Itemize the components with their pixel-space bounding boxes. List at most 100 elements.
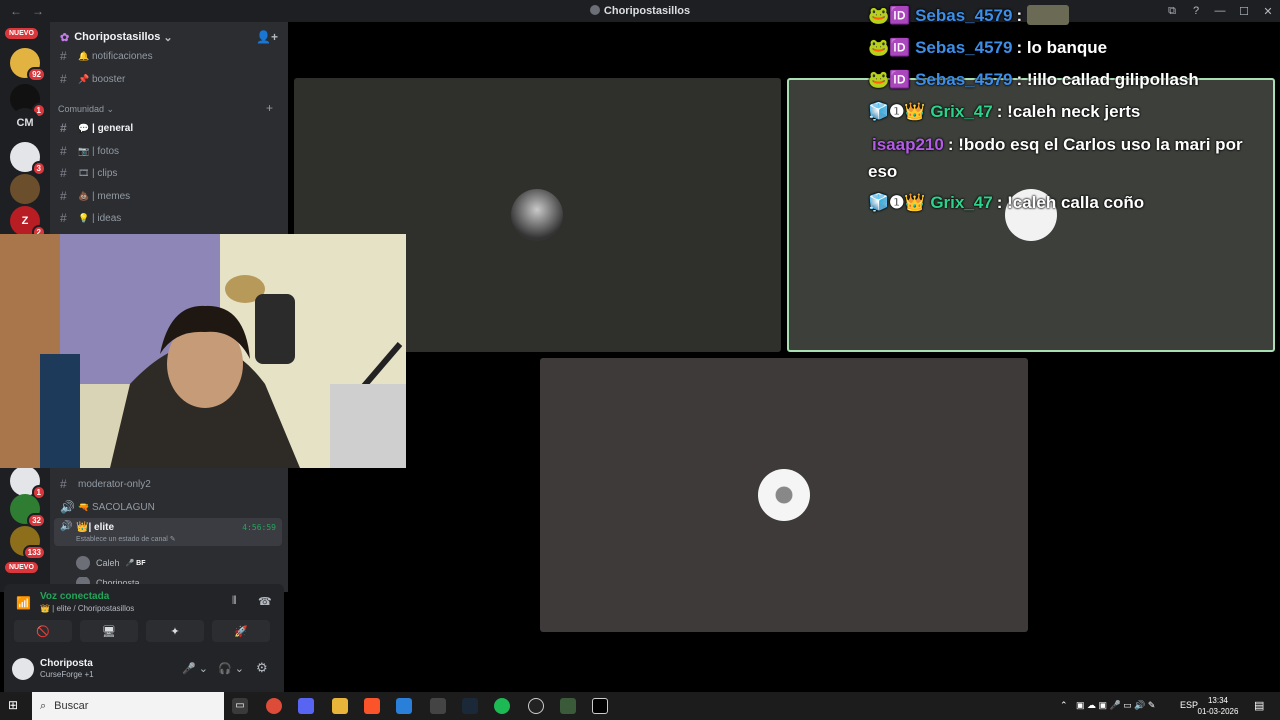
- chevron-down-icon: ⌄: [163, 31, 173, 44]
- avatar: [76, 556, 90, 570]
- voice-status[interactable]: Voz conectada: [40, 591, 109, 602]
- chrome-icon[interactable]: [266, 698, 282, 714]
- channel-fotos[interactable]: # 📷 | fotos: [56, 141, 282, 161]
- help-icon[interactable]: ?: [1184, 5, 1208, 17]
- app-icon[interactable]: [430, 698, 446, 714]
- chat-username: Sebas_4579: [915, 70, 1013, 89]
- channel-hash-icon: #: [60, 189, 67, 203]
- voice-location[interactable]: 👑 | elite / Choripostasillos: [40, 604, 134, 613]
- voice-channel-elite[interactable]: 🔊 👑| elite 4:56:59 Establece un estado d…: [54, 518, 282, 546]
- badge-icon: ❶: [889, 193, 905, 212]
- capcut-icon[interactable]: [592, 698, 608, 714]
- tray-icons[interactable]: ▣ ☁ ▣ 🎤 ▭ 🔊 ✎: [1076, 700, 1155, 711]
- channel-general[interactable]: # 💬 | general: [56, 118, 282, 138]
- category-comunidad[interactable]: Comunidad ⌄: [58, 104, 114, 115]
- new-badge-bottom: NUEVO: [5, 562, 38, 573]
- badge-icon: 🆔: [889, 38, 911, 57]
- channel-notificaciones[interactable]: # 🔔 notificaciones: [56, 46, 282, 66]
- notifications-icon[interactable]: ▤: [1254, 699, 1264, 712]
- store-icon[interactable]: [396, 698, 412, 714]
- taskbar: ⊞ ⌕ Buscar ▭ ⌃ ▣ ☁ ▣ 🎤 ▭ 🔊 ✎ ESP 13:34 01…: [0, 692, 1280, 720]
- speaker-icon: 🔊: [60, 500, 75, 514]
- user-status: CurseForge +1: [40, 670, 94, 679]
- title-bar: ← → Choripostasillos ⧉ ? — ☐ ✕: [0, 0, 1280, 22]
- settings-gear-icon[interactable]: ⚙: [256, 660, 268, 676]
- server-icon-1[interactable]: 92: [10, 48, 46, 82]
- channel-hash-icon: #: [60, 166, 67, 180]
- channel-hash-icon: #: [60, 72, 67, 86]
- search-icon: ⌕: [40, 699, 47, 712]
- chat-username: isaap210: [872, 135, 944, 154]
- game-icon[interactable]: [560, 698, 576, 714]
- file-explorer-icon[interactable]: [332, 698, 348, 714]
- new-badge: NUEVO: [5, 28, 38, 39]
- chat-message: 🧊❶👑 Grix_47: !caleh neck jerts: [868, 102, 1141, 121]
- chat-message: 🐸🆔 Sebas_4579: !illo callad gilipollash: [868, 70, 1199, 89]
- headphones-icon[interactable]: 🎧 ⌄: [218, 662, 244, 675]
- brave-icon[interactable]: [364, 698, 380, 714]
- channel-hash-icon: #: [60, 211, 67, 225]
- badge-icon: 🆔: [889, 6, 911, 25]
- channel-moderator-only2[interactable]: # moderator-only2: [56, 474, 282, 494]
- server-icon-4[interactable]: 3: [10, 142, 46, 176]
- badge-icon: 🐸: [868, 6, 890, 25]
- channel-hash-icon: #: [60, 121, 67, 135]
- chat-message: isaap210: !bodo esq el Carlos uso la mar…: [872, 135, 1243, 154]
- add-channel-icon[interactable]: +: [266, 101, 273, 115]
- activities-button[interactable]: ✦: [146, 620, 204, 642]
- badge-icon: 🧊: [868, 102, 890, 121]
- obs-icon[interactable]: [528, 698, 544, 714]
- server-icon-8[interactable]: 32: [10, 494, 46, 528]
- share-screen-button[interactable]: 🖥: [80, 620, 138, 642]
- badge-icon: 👑: [904, 193, 926, 212]
- avatar[interactable]: [12, 658, 34, 680]
- discord-icon[interactable]: [298, 698, 314, 714]
- soundboard-button[interactable]: 🚀: [212, 620, 270, 642]
- steam-icon[interactable]: [462, 698, 478, 714]
- invite-icon[interactable]: 👤+: [256, 30, 278, 44]
- webcam-overlay: [0, 234, 406, 468]
- badge-icon: 🆔: [889, 70, 911, 89]
- search-box[interactable]: ⌕ Buscar: [32, 692, 224, 720]
- chat-username: Grix_47: [930, 102, 993, 121]
- disconnect-icon[interactable]: ☎: [258, 595, 272, 608]
- mic-icon[interactable]: 🎤 ⌄: [182, 662, 208, 675]
- maximize-button[interactable]: ☐: [1232, 5, 1256, 18]
- camera-button[interactable]: 🚫: [14, 620, 72, 642]
- spotify-icon[interactable]: [494, 698, 510, 714]
- windows-start-icon[interactable]: ⊞: [8, 698, 18, 712]
- voice-tile-3[interactable]: [540, 358, 1028, 632]
- channel-booster[interactable]: # 📌 booster: [56, 69, 282, 89]
- server-icon-5[interactable]: [10, 174, 40, 204]
- chat-message: 🐸🆔 Sebas_4579: lo banque: [868, 38, 1108, 57]
- channel-memes[interactable]: # 💩 | memes: [56, 186, 282, 206]
- channel-clips[interactable]: # 🎞 | clips: [56, 163, 282, 183]
- voice-channel-sacolagun[interactable]: 🔊 🔫 SACOLAGUN: [56, 497, 282, 517]
- window-title: Choripostasillos: [0, 5, 1280, 17]
- emote-image: [1026, 5, 1069, 25]
- webcam-frame: [0, 234, 406, 468]
- badge-icon: 🐸: [868, 70, 890, 89]
- voice-member[interactable]: Caleh 🎤 BF: [76, 556, 146, 570]
- clock[interactable]: 13:34 01-03-2026: [1196, 695, 1240, 717]
- channel-ideas[interactable]: # 💡 | ideas: [56, 208, 282, 228]
- chat-message: 🐸🆔 Sebas_4579:: [868, 2, 1072, 29]
- chat-message: 🧊❶👑 Grix_47: !caleh calla coño: [868, 193, 1145, 212]
- tray-chevron-icon[interactable]: ⌃: [1060, 700, 1068, 711]
- server-icon-9[interactable]: 133: [10, 526, 46, 560]
- close-button[interactable]: ✕: [1256, 5, 1280, 18]
- minimize-button[interactable]: —: [1208, 5, 1232, 17]
- server-icon-7[interactable]: 1: [10, 466, 46, 500]
- screen: ← → Choripostasillos ⧉ ? — ☐ ✕ NUEVO 92 …: [0, 0, 1280, 720]
- channel-hash-icon: #: [60, 49, 67, 63]
- user-panel: Choriposta CurseForge +1 🎤 ⌄ 🎧 ⌄ ⚙: [4, 648, 284, 692]
- server-icon-z[interactable]: Z2: [10, 206, 46, 240]
- voice-timer: 4:56:59: [242, 523, 276, 532]
- channel-status[interactable]: Establece un estado de canal ✎: [76, 535, 176, 543]
- server-icon-cm[interactable]: CM: [10, 108, 40, 138]
- voice-connected-panel: 📶 Voz conectada 👑 | elite / Choripostasi…: [4, 584, 284, 648]
- noise-suppression-icon[interactable]: ⫴: [232, 595, 237, 608]
- inbox-icon[interactable]: ⧉: [1160, 5, 1184, 18]
- avatar: [511, 189, 563, 241]
- task-view-icon[interactable]: ▭: [232, 698, 248, 714]
